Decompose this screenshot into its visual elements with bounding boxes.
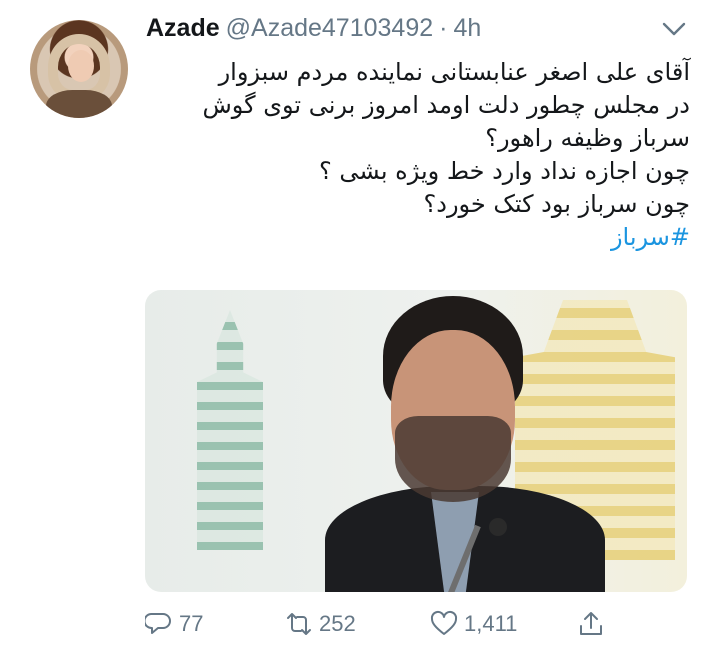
author-handle[interactable]: @Azade47103492 — [226, 14, 434, 43]
tweet-text-line: در مجلس چطور دلت اومد امروز برنی توی گوش — [202, 91, 690, 119]
photo-person — [325, 296, 605, 592]
hashtag-link[interactable]: #سرباز — [140, 221, 690, 254]
tweet-actions: 77 252 1,411 — [145, 604, 615, 644]
tweet-text-line: آقای علی اصغر عنابستانی نماینده مردم سبز… — [218, 58, 690, 86]
reply-count: 77 — [179, 611, 204, 636]
tweet-text: آقای علی اصغر عنابستانی نماینده مردم سبز… — [140, 56, 690, 254]
photo-person-beard — [395, 416, 511, 502]
tweet-photo[interactable] — [145, 290, 687, 592]
like-count: 1,411 — [464, 611, 518, 636]
avatar[interactable] — [30, 20, 128, 118]
chevron-down-icon[interactable] — [661, 18, 687, 40]
microphone — [489, 518, 507, 536]
avatar-face — [68, 50, 94, 82]
reply-button[interactable]: 77 — [145, 604, 203, 644]
tweet-text-line: سرباز وظیفه راهور؟ — [485, 124, 690, 152]
tweet-timestamp[interactable]: 4h — [453, 14, 481, 43]
photo-background-tower-left — [197, 310, 263, 550]
header-separator: · — [439, 14, 448, 42]
share-icon — [580, 612, 602, 635]
avatar-coat — [46, 90, 112, 118]
tweet-text-line: چون اجازه نداد وارد خط ویژه بشی ؟ — [319, 157, 690, 185]
retweet-count: 252 — [319, 611, 356, 636]
heart-icon — [430, 610, 458, 635]
reply-icon — [145, 613, 171, 634]
author-name[interactable]: Azade — [146, 14, 220, 43]
tweet-text-line: چون سرباز بود کتک خورد؟ — [423, 190, 690, 218]
share-button[interactable] — [577, 604, 605, 644]
retweet-button[interactable]: 252 — [285, 604, 356, 644]
tweet-card[interactable]: Azade @Azade47103492 · 4h آقای علی اصغر … — [0, 0, 715, 657]
tweet-header: Azade @Azade47103492 · 4h — [146, 14, 481, 50]
retweet-icon — [287, 613, 311, 635]
like-button[interactable]: 1,411 — [430, 604, 517, 644]
